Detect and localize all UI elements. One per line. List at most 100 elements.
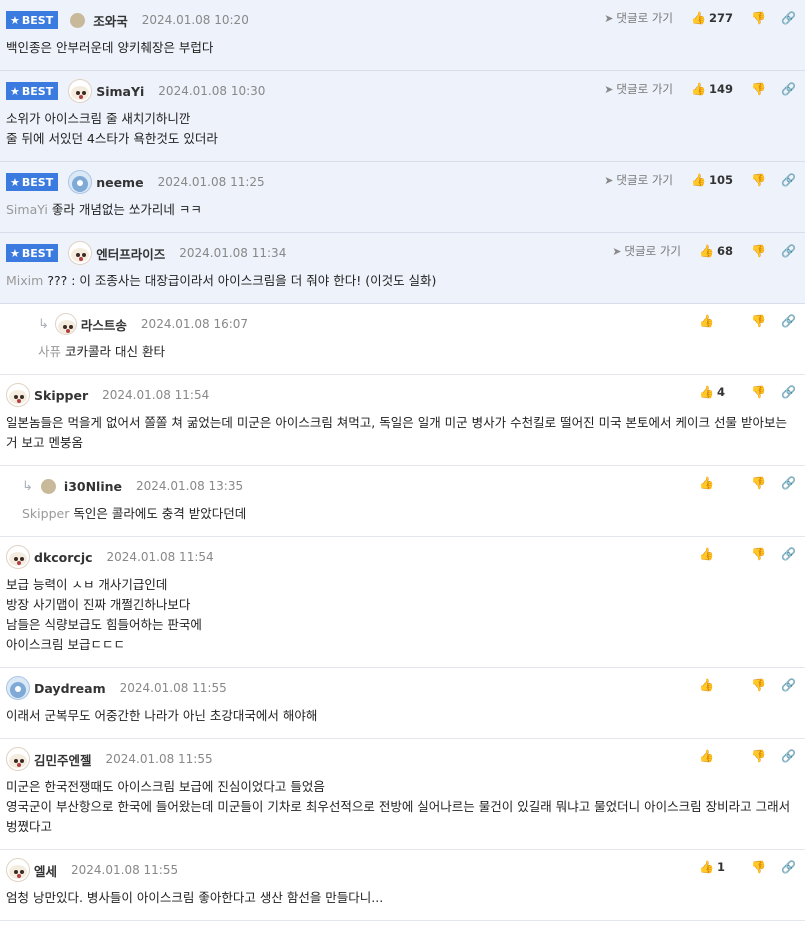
go-to-comment-link[interactable]: ➤ 댓글로 가기 [604, 10, 673, 26]
link-icon[interactable]: 🔗 [781, 82, 796, 96]
thumbs-down-icon[interactable]: 👎 [751, 173, 766, 187]
paper-plane-icon: ➤ [604, 82, 614, 96]
upvote-button[interactable]: 👍 [699, 314, 733, 328]
thumbs-down-icon[interactable]: 👎 [751, 547, 766, 561]
star-icon: ★ [10, 84, 20, 98]
mention[interactable]: 사퓨 [38, 344, 61, 359]
comment-text: 이래서 군복무도 어중간한 나라가 아닌 초강대국에서 해야해 [6, 708, 318, 723]
nickname[interactable]: 라스트송 [81, 315, 127, 334]
link-icon[interactable]: 🔗 [781, 547, 796, 561]
comment-body: Mixim ??? : 이 조종사는 대장급이라서 아이스크림을 더 줘야 한다!… [6, 264, 805, 303]
best-label: BEST [21, 175, 54, 189]
avatar[interactable] [6, 858, 30, 882]
comment-list: ★ BEST 조와국 2024.01.08 10:20 ➤ 댓글로 가기 👍 277 … [0, 0, 805, 921]
link-icon[interactable]: 🔗 [781, 860, 796, 874]
nickname[interactable]: SimaYi [96, 84, 144, 99]
comment-body: 이래서 군복무도 어중간한 나라가 아닌 초강대국에서 해야해 [6, 699, 805, 738]
thumbs-up-icon: 👍 [699, 476, 714, 490]
go-to-comment-label: 댓글로 가기 [616, 173, 673, 187]
comment-item: ↳ 라스트송 2024.01.08 16:07 👍 👎 🔗 사퓨 코카콜라 대신 … [0, 304, 805, 375]
comment-actions: 👍 👎 🔗 [699, 547, 796, 561]
go-to-comment-link[interactable]: ➤ 댓글로 가기 [604, 172, 673, 188]
comment-item: ★ BEST SimaYi 2024.01.08 10:30 ➤ 댓글로 가기 👍 1… [0, 71, 805, 162]
link-icon[interactable]: 🔗 [781, 678, 796, 692]
thumbs-down-icon[interactable]: 👎 [751, 860, 766, 874]
link-icon[interactable]: 🔗 [781, 476, 796, 490]
comment-header: 김민주엔젤 2024.01.08 11:55 [6, 747, 805, 771]
comment-date: 2024.01.08 11:34 [179, 246, 287, 260]
go-to-comment-link[interactable]: ➤ 댓글로 가기 [604, 81, 673, 97]
thumbs-up-icon: 👍 [699, 314, 714, 328]
upvote-button[interactable]: 👍 68 [699, 244, 733, 258]
thumbs-down-icon[interactable]: 👎 [751, 11, 766, 25]
comment-actions: 👍 1 👎 🔗 [699, 860, 796, 874]
upvote-button[interactable]: 👍 [699, 547, 733, 561]
avatar[interactable] [54, 313, 77, 335]
comment-item: ★ BEST 조와국 2024.01.08 10:20 ➤ 댓글로 가기 👍 277 … [0, 0, 805, 71]
avatar[interactable] [68, 170, 93, 194]
upvote-button[interactable]: 👍 [699, 476, 733, 490]
mention[interactable]: Mixim [6, 273, 43, 288]
thumbs-up-icon: 👍 [698, 244, 714, 258]
best-badge: ★ BEST [6, 11, 59, 29]
thumbs-down-icon[interactable]: 👎 [751, 244, 766, 258]
comment-actions: ➤ 댓글로 가기 👍 68 👎 🔗 [612, 243, 796, 259]
upvote-button[interactable]: 👍 277 [691, 11, 733, 25]
comment-date: 2024.01.08 11:25 [157, 175, 265, 189]
best-badge: ★ BEST [6, 244, 59, 262]
nickname[interactable]: 엔터프라이즈 [96, 244, 165, 263]
link-icon[interactable]: 🔗 [781, 11, 796, 25]
comment-date: 2024.01.08 11:55 [71, 863, 179, 877]
avatar[interactable] [68, 241, 93, 265]
go-to-comment-label: 댓글로 가기 [616, 82, 673, 96]
upvote-count: 1 [717, 860, 726, 874]
comment-body: 미군은 한국전쟁때도 아이스크림 보급에 진심이었다고 들었음 영국군이 부산항… [6, 770, 805, 849]
comment-date: 2024.01.08 13:35 [136, 479, 244, 493]
link-icon[interactable]: 🔗 [781, 749, 796, 763]
avatar[interactable] [6, 747, 30, 771]
upvote-button[interactable]: 👍 1 [699, 860, 733, 874]
comment-item: Daydream 2024.01.08 11:55 👍 👎 🔗 이래서 군복무도… [0, 668, 805, 739]
nickname[interactable]: 김민주엔젤 [34, 750, 92, 769]
thumbs-down-icon[interactable]: 👎 [751, 678, 766, 692]
comment-header: dkcorcjc 2024.01.08 11:54 [6, 545, 805, 569]
best-label: BEST [21, 246, 54, 260]
mention[interactable]: Skipper [22, 506, 69, 521]
avatar[interactable] [40, 478, 56, 494]
link-icon[interactable]: 🔗 [781, 385, 796, 399]
comment-item: ↳ i30Nline 2024.01.08 13:35 👍 👎 🔗 Skippe… [0, 466, 805, 537]
thumbs-down-icon[interactable]: 👎 [751, 82, 766, 96]
avatar[interactable] [6, 383, 30, 407]
avatar[interactable] [6, 676, 30, 700]
nickname[interactable]: i30Nline [64, 479, 122, 494]
upvote-button[interactable]: 👍 [699, 678, 733, 692]
thumbs-down-icon[interactable]: 👎 [751, 476, 766, 490]
upvote-button[interactable]: 👍 105 [691, 173, 733, 187]
go-to-comment-label: 댓글로 가기 [624, 244, 681, 258]
upvote-button[interactable]: 👍 [699, 749, 733, 763]
comment-header: ↳ i30Nline 2024.01.08 13:35 [22, 475, 805, 497]
upvote-button[interactable]: 👍 4 [699, 385, 733, 399]
nickname[interactable]: neeme [96, 175, 143, 190]
link-icon[interactable]: 🔗 [781, 244, 796, 258]
avatar[interactable] [70, 12, 86, 28]
nickname[interactable]: 엘세 [34, 861, 57, 880]
mention[interactable]: SimaYi [6, 202, 48, 217]
link-icon[interactable]: 🔗 [781, 173, 796, 187]
avatar[interactable] [68, 79, 93, 103]
comment-item: Skipper 2024.01.08 11:54 👍 4 👎 🔗 일본놈들은 먹을… [0, 375, 805, 466]
thumbs-down-icon[interactable]: 👎 [751, 314, 766, 328]
nickname[interactable]: 조와국 [93, 11, 128, 30]
upvote-count: 4 [717, 385, 726, 399]
upvote-button[interactable]: 👍 149 [691, 82, 733, 96]
nickname[interactable]: Daydream [34, 681, 106, 696]
avatar[interactable] [6, 545, 30, 569]
thumbs-up-icon: 👍 [690, 173, 706, 187]
thumbs-down-icon[interactable]: 👎 [751, 385, 766, 399]
nickname[interactable]: dkcorcjc [34, 550, 93, 565]
link-icon[interactable]: 🔗 [781, 314, 796, 328]
thumbs-down-icon[interactable]: 👎 [751, 749, 766, 763]
thumbs-up-icon: 👍 [690, 82, 706, 96]
go-to-comment-link[interactable]: ➤ 댓글로 가기 [612, 243, 681, 259]
nickname[interactable]: Skipper [34, 388, 88, 403]
